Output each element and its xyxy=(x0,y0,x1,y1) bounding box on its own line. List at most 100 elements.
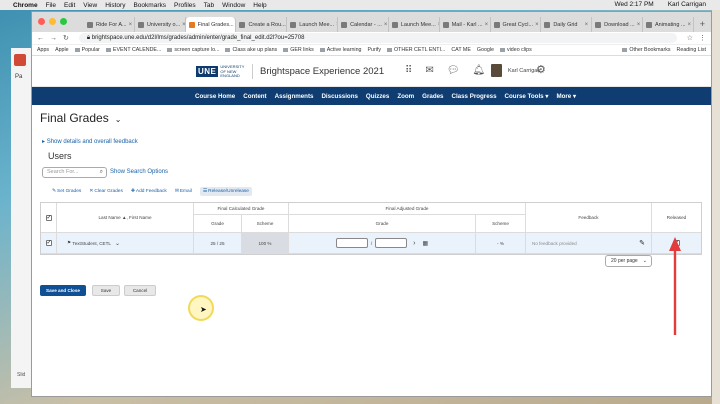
student-name[interactable]: TextStudent, CETL xyxy=(72,241,111,246)
menu-bookmarks[interactable]: Bookmarks xyxy=(133,2,166,9)
bookmark-folder[interactable]: EVENT CALENDE... xyxy=(106,47,161,53)
menu-help[interactable]: Help xyxy=(253,2,266,9)
back-icon[interactable]: ← xyxy=(37,35,44,42)
menubar-user[interactable]: Karl Carrigan xyxy=(668,1,706,8)
une-logo[interactable]: UNE UNIVERSITY OF NEW ENGLAND xyxy=(196,64,250,79)
add-feedback-button[interactable]: ✚Add Feedback xyxy=(131,189,167,194)
close-tab-icon[interactable]: × xyxy=(686,22,692,28)
subscriptions-icon[interactable]: 💬︎ xyxy=(447,65,460,76)
nav-assignments[interactable]: Assignments xyxy=(275,93,314,100)
email-button[interactable]: ✉Email xyxy=(175,189,192,194)
close-tab-icon[interactable]: × xyxy=(635,22,641,28)
new-tab-button[interactable]: + xyxy=(694,17,711,32)
browser-tab[interactable]: Launch Mee...× xyxy=(287,17,339,32)
clear-grades-button[interactable]: ✕Clear Grades xyxy=(89,189,123,194)
chevron-down-icon[interactable]: ⌄ xyxy=(115,115,122,124)
course-selector-icon[interactable]: ⠿ xyxy=(405,65,412,76)
bookmark-folder[interactable]: OTHER CETL ENTI... xyxy=(387,47,445,53)
bookmark-folder[interactable]: video clips xyxy=(500,47,532,53)
release-unrelease-button[interactable]: ☰Release/Unrelease xyxy=(199,187,252,196)
page-title[interactable]: Final Grades ⌄ xyxy=(40,111,121,125)
nav-grades[interactable]: Grades xyxy=(422,93,443,100)
menu-file[interactable]: File xyxy=(46,2,56,9)
browser-tab[interactable]: Ride For A... × xyxy=(84,17,135,32)
search-options-link[interactable]: Show Search Options xyxy=(110,169,168,175)
browser-tab[interactable]: Great Cycl... × xyxy=(491,17,542,32)
browser-tab[interactable]: Mail - Karl ... × xyxy=(440,17,491,32)
menu-tab[interactable]: Tab xyxy=(204,2,214,9)
details-link[interactable]: ▸ Show details and overall feedback xyxy=(42,138,138,145)
browser-tab[interactable]: Animating ... × xyxy=(643,17,694,32)
browser-tab[interactable]: Download ... × xyxy=(592,17,643,32)
bookmark-link[interactable]: Purify xyxy=(368,47,382,53)
browser-tab[interactable]: Daily Grid × xyxy=(541,17,593,32)
chevron-right-icon[interactable]: › xyxy=(413,240,415,247)
bookmark-link[interactable]: CAT ME xyxy=(451,47,471,53)
forward-icon[interactable]: → xyxy=(50,35,57,42)
zoom-window-button[interactable] xyxy=(60,18,67,25)
browser-tab[interactable]: Create a Rou...× xyxy=(236,17,288,32)
search-icon[interactable]: ⌕ xyxy=(100,168,103,177)
nav-quizzes[interactable]: Quizzes xyxy=(366,93,389,100)
cancel-button[interactable]: Cancel xyxy=(124,285,156,296)
reading-list[interactable]: Reading List xyxy=(677,47,706,53)
select-all-checkbox[interactable] xyxy=(45,214,52,221)
bookmark-folder[interactable]: screen capture lo... xyxy=(167,47,219,53)
browser-tab[interactable]: Calendar - ... × xyxy=(338,17,389,32)
nav-course-home[interactable]: Course Home xyxy=(195,93,235,100)
menu-edit[interactable]: Edit xyxy=(64,2,75,9)
bookmark-folder[interactable]: Popular xyxy=(75,47,100,53)
adjusted-grade-denominator-input[interactable] xyxy=(375,238,408,248)
menu-app-name[interactable]: Chrome xyxy=(13,2,38,9)
nav-zoom[interactable]: Zoom xyxy=(397,93,414,100)
nav-more[interactable]: More ▾ xyxy=(556,93,576,100)
url-field[interactable]: 🔒︎ brightspace.une.edu/d2l/lms/grades/ad… xyxy=(78,33,677,43)
gear-icon[interactable]: ⚙ xyxy=(536,63,546,76)
avatar[interactable] xyxy=(491,64,502,77)
calculator-icon[interactable]: ▦ xyxy=(422,240,428,247)
extensions-icon[interactable]: ⋮ xyxy=(699,34,706,42)
browser-tab[interactable]: University o... × xyxy=(135,17,186,32)
minimize-window-button[interactable] xyxy=(49,18,56,25)
nav-course-tools[interactable]: Course Tools ▾ xyxy=(505,93,549,100)
bookmark-folder[interactable]: Active learning xyxy=(320,47,362,53)
menu-window[interactable]: Window xyxy=(222,2,245,9)
nav-class-progress[interactable]: Class Progress xyxy=(451,93,496,100)
notification-bell-icon[interactable]: 🔔︎ xyxy=(472,65,485,76)
row-checkbox[interactable] xyxy=(45,239,52,246)
close-tab-icon[interactable]: × xyxy=(180,22,184,28)
bookmark-apple[interactable]: Apple xyxy=(55,47,69,53)
bookmark-folder[interactable]: GER links xyxy=(283,47,314,53)
browser-tab[interactable]: Launch Mee...× xyxy=(389,17,440,32)
save-button[interactable]: Save xyxy=(92,285,120,296)
nav-content[interactable]: Content xyxy=(243,93,266,100)
close-tab-icon[interactable]: × xyxy=(127,22,133,28)
message-icon[interactable]: ✉ xyxy=(425,65,433,76)
adjusted-grade-numerator-input[interactable] xyxy=(335,238,368,248)
reload-icon[interactable]: ↻ xyxy=(63,34,69,42)
header-name[interactable]: Last Name ▲, First Name xyxy=(57,203,194,233)
close-tab-icon[interactable]: × xyxy=(483,22,489,28)
bookmark-folder[interactable]: Class ake up plans xyxy=(225,47,277,53)
per-page-select[interactable]: 20 per page ⌄ xyxy=(605,255,652,267)
bookmark-apps[interactable]: Apps xyxy=(37,47,49,53)
chevron-down-icon[interactable]: ⌄ xyxy=(115,240,120,247)
menu-history[interactable]: History xyxy=(105,2,125,9)
browser-tab-active[interactable]: Final Grades...× xyxy=(185,17,237,32)
save-and-close-button[interactable]: Save and Close xyxy=(40,285,86,296)
star-icon[interactable]: ☆ xyxy=(687,34,693,42)
edit-feedback-icon[interactable]: ✎ xyxy=(639,239,645,247)
nav-discussions[interactable]: Discussions xyxy=(321,93,357,100)
course-title[interactable]: Brightspace Experience 2021 xyxy=(260,66,384,77)
other-bookmarks[interactable]: Other Bookmarks xyxy=(622,47,670,53)
set-grades-button[interactable]: ✎Set Grades xyxy=(52,189,81,194)
menu-view[interactable]: View xyxy=(83,2,97,9)
background-window[interactable]: Pa Slid xyxy=(11,48,33,388)
close-tab-icon[interactable]: × xyxy=(382,22,388,28)
search-input[interactable]: Search For... ⌕ xyxy=(42,167,107,178)
close-tab-icon[interactable]: × xyxy=(583,22,589,28)
clock[interactable]: Wed 2:17 PM xyxy=(614,1,653,8)
close-window-button[interactable] xyxy=(38,18,45,25)
menu-profiles[interactable]: Profiles xyxy=(174,2,196,9)
bookmark-link[interactable]: Google xyxy=(477,47,494,53)
